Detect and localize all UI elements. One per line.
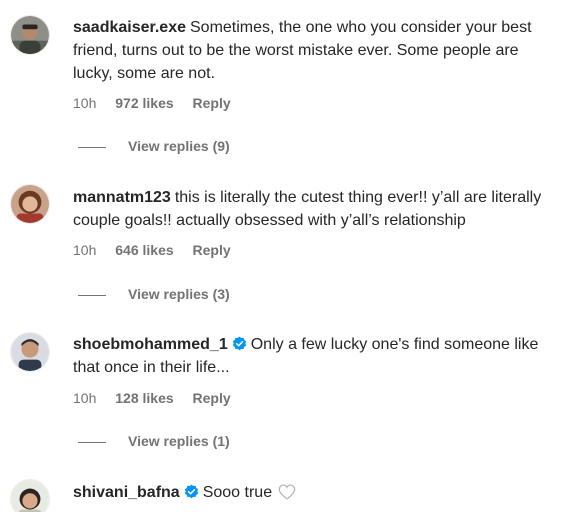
comment-meta: 10h 128 likes Reply bbox=[73, 389, 246, 407]
comment-time[interactable]: 10h bbox=[73, 242, 96, 258]
heart-outline-icon[interactable] bbox=[278, 484, 296, 500]
comment-time[interactable]: 10h bbox=[73, 390, 96, 406]
view-replies-button[interactable]: View replies (1) bbox=[78, 432, 230, 450]
comment-time[interactable]: 10h bbox=[73, 95, 96, 111]
comment-likes[interactable]: 646 likes bbox=[115, 242, 173, 258]
view-replies-label: View replies (3) bbox=[128, 286, 230, 302]
comment-username[interactable]: shoebmohammed_1 bbox=[73, 336, 228, 353]
view-replies-button[interactable]: View replies (9) bbox=[78, 137, 230, 155]
comment-item: mannatm123 this is literally the cutest t… bbox=[0, 170, 566, 320]
comment-body: shoebmohammed_1 Only a few lucky one's fi… bbox=[73, 333, 560, 379]
comment-meta: 10h 646 likes Reply bbox=[73, 241, 246, 259]
avatar[interactable] bbox=[10, 332, 50, 372]
view-replies-line bbox=[78, 294, 106, 296]
comment-likes[interactable]: 972 likes bbox=[115, 95, 173, 111]
comment-item: saadkaiser.exe Sometimes, the one who you… bbox=[0, 0, 566, 170]
avatar[interactable] bbox=[10, 479, 50, 512]
view-replies-label: View replies (1) bbox=[128, 433, 230, 449]
comment-body: saadkaiser.exe Sometimes, the one who you… bbox=[73, 16, 560, 85]
view-replies-line bbox=[78, 441, 106, 443]
comment-text: Sooo true bbox=[202, 484, 273, 501]
verified-badge-icon bbox=[232, 336, 247, 351]
comment-username[interactable]: saadkaiser.exe bbox=[73, 19, 186, 36]
comment-body: shivani_bafna Sooo true bbox=[73, 481, 560, 504]
view-replies-line bbox=[78, 146, 106, 148]
view-replies-label: View replies (9) bbox=[128, 138, 230, 154]
reply-button[interactable]: Reply bbox=[193, 390, 231, 406]
comment-meta: 10h 972 likes Reply bbox=[73, 94, 246, 112]
avatar[interactable] bbox=[10, 184, 50, 224]
comment-item: shivani_bafna Sooo true bbox=[0, 466, 566, 512]
comment-item: shoebmohammed_1 Only a few lucky one's fi… bbox=[0, 318, 566, 458]
view-replies-button[interactable]: View replies (3) bbox=[78, 285, 230, 303]
comment-username[interactable]: shivani_bafna bbox=[73, 484, 180, 501]
reply-button[interactable]: Reply bbox=[193, 242, 231, 258]
comment-username[interactable]: mannatm123 bbox=[73, 189, 171, 206]
comment-body: mannatm123 this is literally the cutest t… bbox=[73, 186, 560, 232]
verified-badge-icon bbox=[184, 484, 199, 499]
reply-button[interactable]: Reply bbox=[193, 95, 231, 111]
comment-likes[interactable]: 128 likes bbox=[115, 390, 173, 406]
avatar[interactable] bbox=[10, 15, 50, 55]
comments-feed: saadkaiser.exe Sometimes, the one who you… bbox=[0, 0, 566, 512]
